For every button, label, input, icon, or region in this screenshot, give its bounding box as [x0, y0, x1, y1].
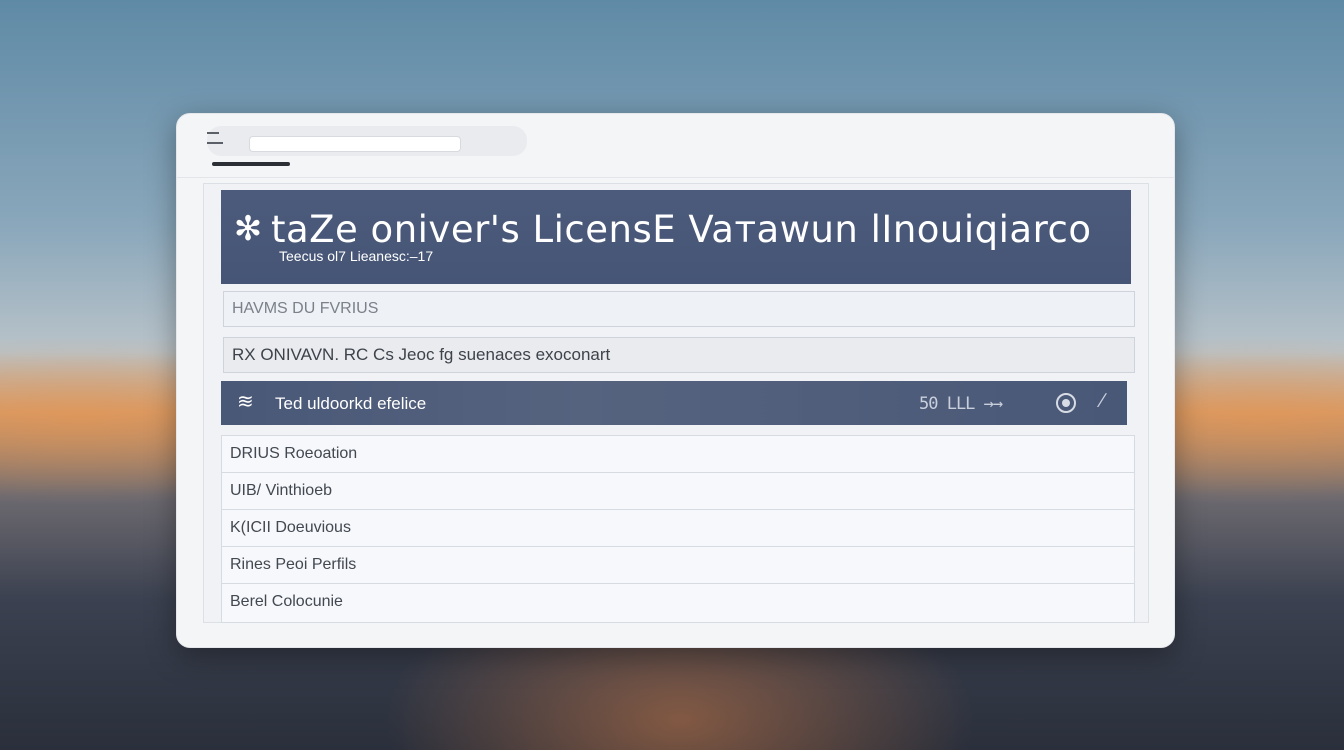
radio-icon[interactable]	[1056, 393, 1076, 413]
address-input[interactable]	[249, 136, 461, 152]
hamburger-menu-icon[interactable]	[207, 132, 223, 144]
page-header-banner: ✻ taZe onivеr's LicensE Vaтawun lInouiqi…	[221, 190, 1131, 284]
list-icon: ≋	[237, 391, 254, 413]
info-row-1[interactable]: HAVMS DU FVRIUS	[223, 291, 1135, 327]
page-content: ✻ taZe onivеr's LicensE Vaтawun lInouiqi…	[203, 183, 1149, 623]
section-label: Ted uldoorkd efelice	[275, 394, 427, 413]
list-item[interactable]: Rines Peoi Perfils	[222, 547, 1134, 584]
list-item[interactable]: K(ICII Doeuvious	[222, 510, 1134, 547]
list-item[interactable]: UIB/ Vinthioeb	[222, 473, 1134, 510]
result-list: DRIUS Roeoation UIB/ Vinthioeb K(ICII Do…	[221, 435, 1135, 623]
list-item[interactable]: DRIUS Roeoation	[222, 436, 1134, 473]
list-item[interactable]: Berel Colocunie	[222, 584, 1134, 621]
address-bar-pill[interactable]	[207, 126, 527, 156]
active-tab-indicator	[212, 162, 290, 166]
pencil-icon[interactable]: ∕	[1101, 390, 1104, 413]
window-titlebar	[177, 114, 1174, 178]
section-value: 50 LLL →→	[919, 394, 1003, 414]
section-header-bar[interactable]: ≋ Ted uldoorkd efelice 50 LLL →→ ∕	[221, 381, 1127, 425]
page-subtitle: Teecus ol7 Lieanesc:–17	[279, 248, 434, 264]
page-title: taZe onivеr's LicensE Vaтawun lInouiqiar…	[271, 208, 1092, 251]
browser-window: ✻ taZe onivеr's LicensE Vaтawun lInouiqi…	[176, 113, 1175, 648]
info-row-2[interactable]: RX ONIVAVN. RC Cs Jeoc fg suenaces exoco…	[223, 337, 1135, 373]
snowflake-icon: ✻	[233, 210, 263, 248]
